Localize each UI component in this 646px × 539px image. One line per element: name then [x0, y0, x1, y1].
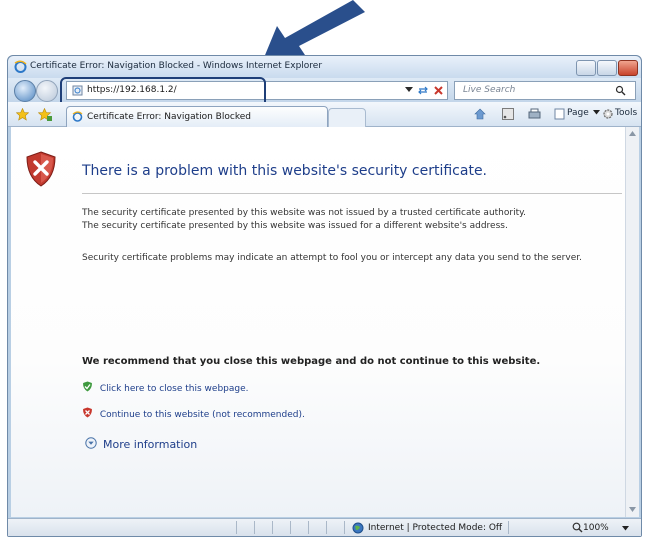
cert-explanation-line-2: The security certificate presented by th…	[82, 221, 508, 231]
search-input[interactable]: Live Search	[454, 81, 636, 100]
security-warning-shield-icon	[26, 151, 56, 187]
status-separator	[236, 521, 237, 534]
status-separator	[508, 521, 509, 534]
status-bar: Internet | Protected Mode: Off 100%	[8, 518, 641, 536]
status-separator	[308, 521, 309, 534]
divider	[82, 193, 622, 194]
scroll-up-arrow-icon[interactable]	[629, 131, 636, 136]
security-zone-label[interactable]: Internet | Protected Mode: Off	[368, 523, 502, 533]
gear-icon[interactable]	[602, 108, 614, 120]
annotation-arrow	[263, 0, 365, 60]
address-row: https://192.168.1.2/ Live Search	[8, 77, 641, 109]
tab-certificate-error[interactable]: Certificate Error: Navigation Blocked	[66, 106, 328, 127]
browser-window: Certificate Error: Navigation Blocked - …	[7, 55, 642, 537]
scroll-down-arrow-icon[interactable]	[629, 507, 636, 512]
red-shield-icon	[83, 407, 92, 418]
zoom-icon	[572, 522, 583, 533]
status-separator	[254, 521, 255, 534]
forward-button[interactable]	[36, 80, 58, 102]
status-separator	[326, 521, 327, 534]
chevron-down-icon	[593, 110, 600, 115]
more-information-toggle[interactable]: More information	[85, 437, 197, 451]
continue-link[interactable]: Continue to this website (not recommende…	[100, 410, 305, 420]
status-separator	[344, 521, 345, 534]
close-page-option[interactable]: Click here to close this webpage.	[82, 381, 249, 394]
favorites-star-icon[interactable]	[16, 108, 29, 121]
continue-option[interactable]: Continue to this website (not recommende…	[82, 407, 305, 420]
add-favorites-icon[interactable]	[38, 108, 52, 121]
tools-menu-label[interactable]: Tools	[615, 108, 637, 118]
title-bar: Certificate Error: Navigation Blocked - …	[8, 56, 641, 78]
recommendation-text: We recommend that you close this webpage…	[82, 356, 541, 367]
home-icon[interactable]	[474, 108, 486, 120]
new-tab-button[interactable]	[328, 108, 366, 127]
page-content: There is a problem with this website's s…	[11, 127, 625, 517]
more-information-label: More information	[103, 438, 198, 451]
refresh-icon[interactable]	[417, 85, 429, 96]
globe-icon	[352, 522, 364, 534]
tab-label: Certificate Error: Navigation Blocked	[87, 112, 251, 122]
close-page-link[interactable]: Click here to close this webpage.	[100, 384, 249, 394]
ie-tab-icon	[72, 111, 83, 122]
tab-command-row: Certificate Error: Navigation Blocked Pa…	[8, 102, 641, 127]
page-title: There is a problem with this website's s…	[82, 163, 488, 179]
window-title: Certificate Error: Navigation Blocked - …	[30, 61, 323, 71]
zoom-level[interactable]: 100%	[583, 523, 609, 533]
chevron-down-circle-icon	[85, 437, 97, 449]
minimize-button[interactable]	[576, 60, 596, 76]
stop-icon[interactable]	[433, 85, 444, 96]
close-window-button[interactable]	[618, 60, 638, 76]
cert-explanation-line-1: The security certificate presented by th…	[82, 208, 527, 218]
vertical-scrollbar[interactable]	[625, 127, 639, 517]
page-menu-icon[interactable]	[554, 108, 565, 120]
search-icon[interactable]	[615, 85, 626, 96]
cert-warning-paragraph: Security certificate problems may indica…	[82, 253, 582, 263]
status-separator	[272, 521, 273, 534]
feeds-icon[interactable]	[502, 108, 514, 120]
zoom-dropdown-icon[interactable]	[622, 526, 629, 531]
back-button[interactable]	[14, 80, 36, 102]
status-separator	[290, 521, 291, 534]
maximize-button[interactable]	[597, 60, 617, 76]
search-placeholder: Live Search	[463, 85, 516, 95]
green-shield-icon	[83, 381, 92, 392]
ie-logo-icon	[14, 60, 27, 73]
print-icon[interactable]	[528, 108, 541, 120]
page-menu-label[interactable]: Page	[567, 108, 589, 118]
dropdown-arrow-icon[interactable]	[405, 87, 413, 93]
